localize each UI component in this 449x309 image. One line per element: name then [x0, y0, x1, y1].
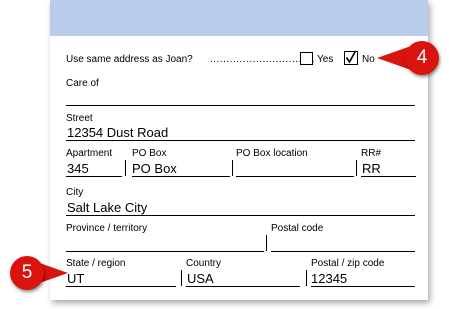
state-input[interactable]: UT	[67, 270, 177, 286]
city-input[interactable]: Salt Lake City	[67, 199, 415, 215]
no-checkbox[interactable]	[344, 50, 358, 65]
no-label: No	[362, 54, 375, 65]
street-label: Street	[66, 113, 93, 124]
po-box-underline	[132, 176, 230, 177]
po-box-location-input[interactable]	[236, 160, 354, 176]
apartment-underline	[66, 176, 122, 177]
state-underline	[66, 286, 176, 287]
po-box-input[interactable]: PO Box	[132, 160, 230, 176]
province-label: Province / territory	[66, 223, 148, 234]
zip-underline	[311, 286, 415, 287]
po-box-location-label: PO Box location	[236, 148, 308, 159]
country-label: Country	[186, 258, 222, 269]
care-of-input[interactable]	[66, 90, 415, 105]
same-address-question: Use same address as Joan?	[66, 54, 193, 65]
rr-label: RR#	[361, 148, 382, 159]
postal-code-underline	[271, 251, 415, 252]
state-label: State / region	[66, 258, 126, 269]
yes-checkbox[interactable]	[300, 52, 313, 65]
po-box-label: PO Box	[132, 148, 167, 159]
apartment-label: Apartment	[66, 148, 113, 159]
rr-input[interactable]: RR	[362, 160, 415, 176]
callout-5-badge: 5	[10, 256, 44, 290]
rr-underline	[361, 176, 416, 177]
divider	[232, 160, 233, 176]
apartment-input[interactable]: 345	[67, 160, 123, 176]
street-underline	[66, 140, 415, 141]
city-label: City	[66, 187, 84, 198]
street-input[interactable]: 12354 Dust Road	[67, 124, 415, 140]
checkmark-icon	[345, 50, 357, 64]
callout-4-badge: 4	[405, 41, 439, 75]
care-of-label: Care of	[66, 78, 99, 89]
country-input[interactable]: USA	[187, 270, 301, 286]
divider	[266, 235, 267, 251]
care-of-underline	[66, 105, 415, 106]
zip-input[interactable]: 12345	[311, 270, 415, 286]
zip-label: Postal / zip code	[311, 258, 385, 269]
address-form-panel: Use same address as Joan? ..............…	[50, 0, 428, 300]
form-header-band	[50, 0, 428, 36]
city-underline	[66, 215, 415, 216]
postal-code-input[interactable]	[271, 235, 415, 251]
divider	[356, 160, 357, 176]
country-underline	[186, 286, 300, 287]
po-box-location-underline	[236, 176, 354, 177]
divider	[181, 270, 182, 286]
province-input[interactable]	[67, 235, 264, 251]
province-underline	[66, 251, 264, 252]
divider	[125, 160, 126, 176]
yes-label: Yes	[317, 54, 334, 65]
postal-code-label: Postal code	[271, 223, 324, 234]
divider	[306, 270, 307, 286]
